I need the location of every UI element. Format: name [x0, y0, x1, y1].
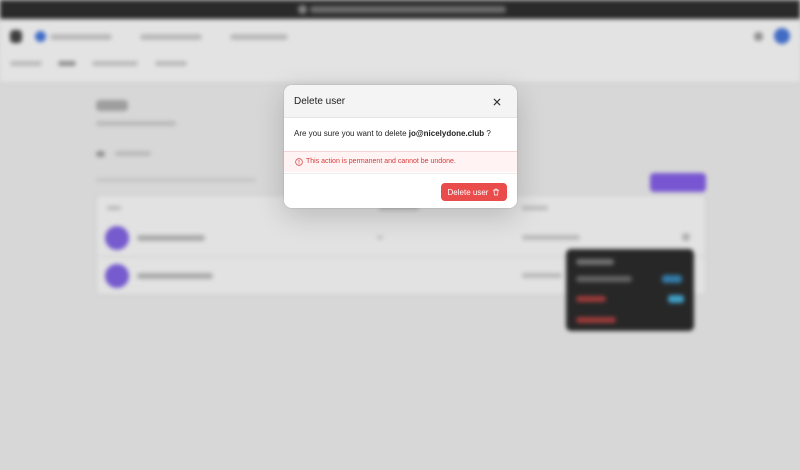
- warning-text: This action is permanent and cannot be u…: [306, 158, 456, 165]
- trash-icon: [493, 188, 500, 196]
- delete-user-dialog: Delete user Are you sure you want to del…: [284, 85, 517, 208]
- delete-button-label: Delete user: [447, 187, 489, 197]
- dialog-title: Delete user: [294, 96, 346, 107]
- dialog-footer: Delete user: [284, 173, 517, 208]
- user-email: jo@nicelydone.club: [408, 129, 485, 138]
- delete-user-button[interactable]: Delete user: [441, 183, 507, 201]
- dialog-body: Are you sure you want to delete jo@nicel…: [284, 118, 517, 151]
- confirm-suffix: ?: [486, 129, 491, 138]
- close-icon: [493, 98, 501, 106]
- confirm-prefix: Are you sure you want to delete: [294, 129, 407, 138]
- alert-circle-icon: [295, 158, 303, 166]
- confirm-message: Are you sure you want to delete jo@nicel…: [294, 129, 491, 138]
- close-button[interactable]: [490, 95, 504, 109]
- dialog-header: Delete user: [284, 85, 517, 118]
- modal-backdrop[interactable]: [0, 0, 800, 470]
- warning-banner: This action is permanent and cannot be u…: [284, 151, 517, 172]
